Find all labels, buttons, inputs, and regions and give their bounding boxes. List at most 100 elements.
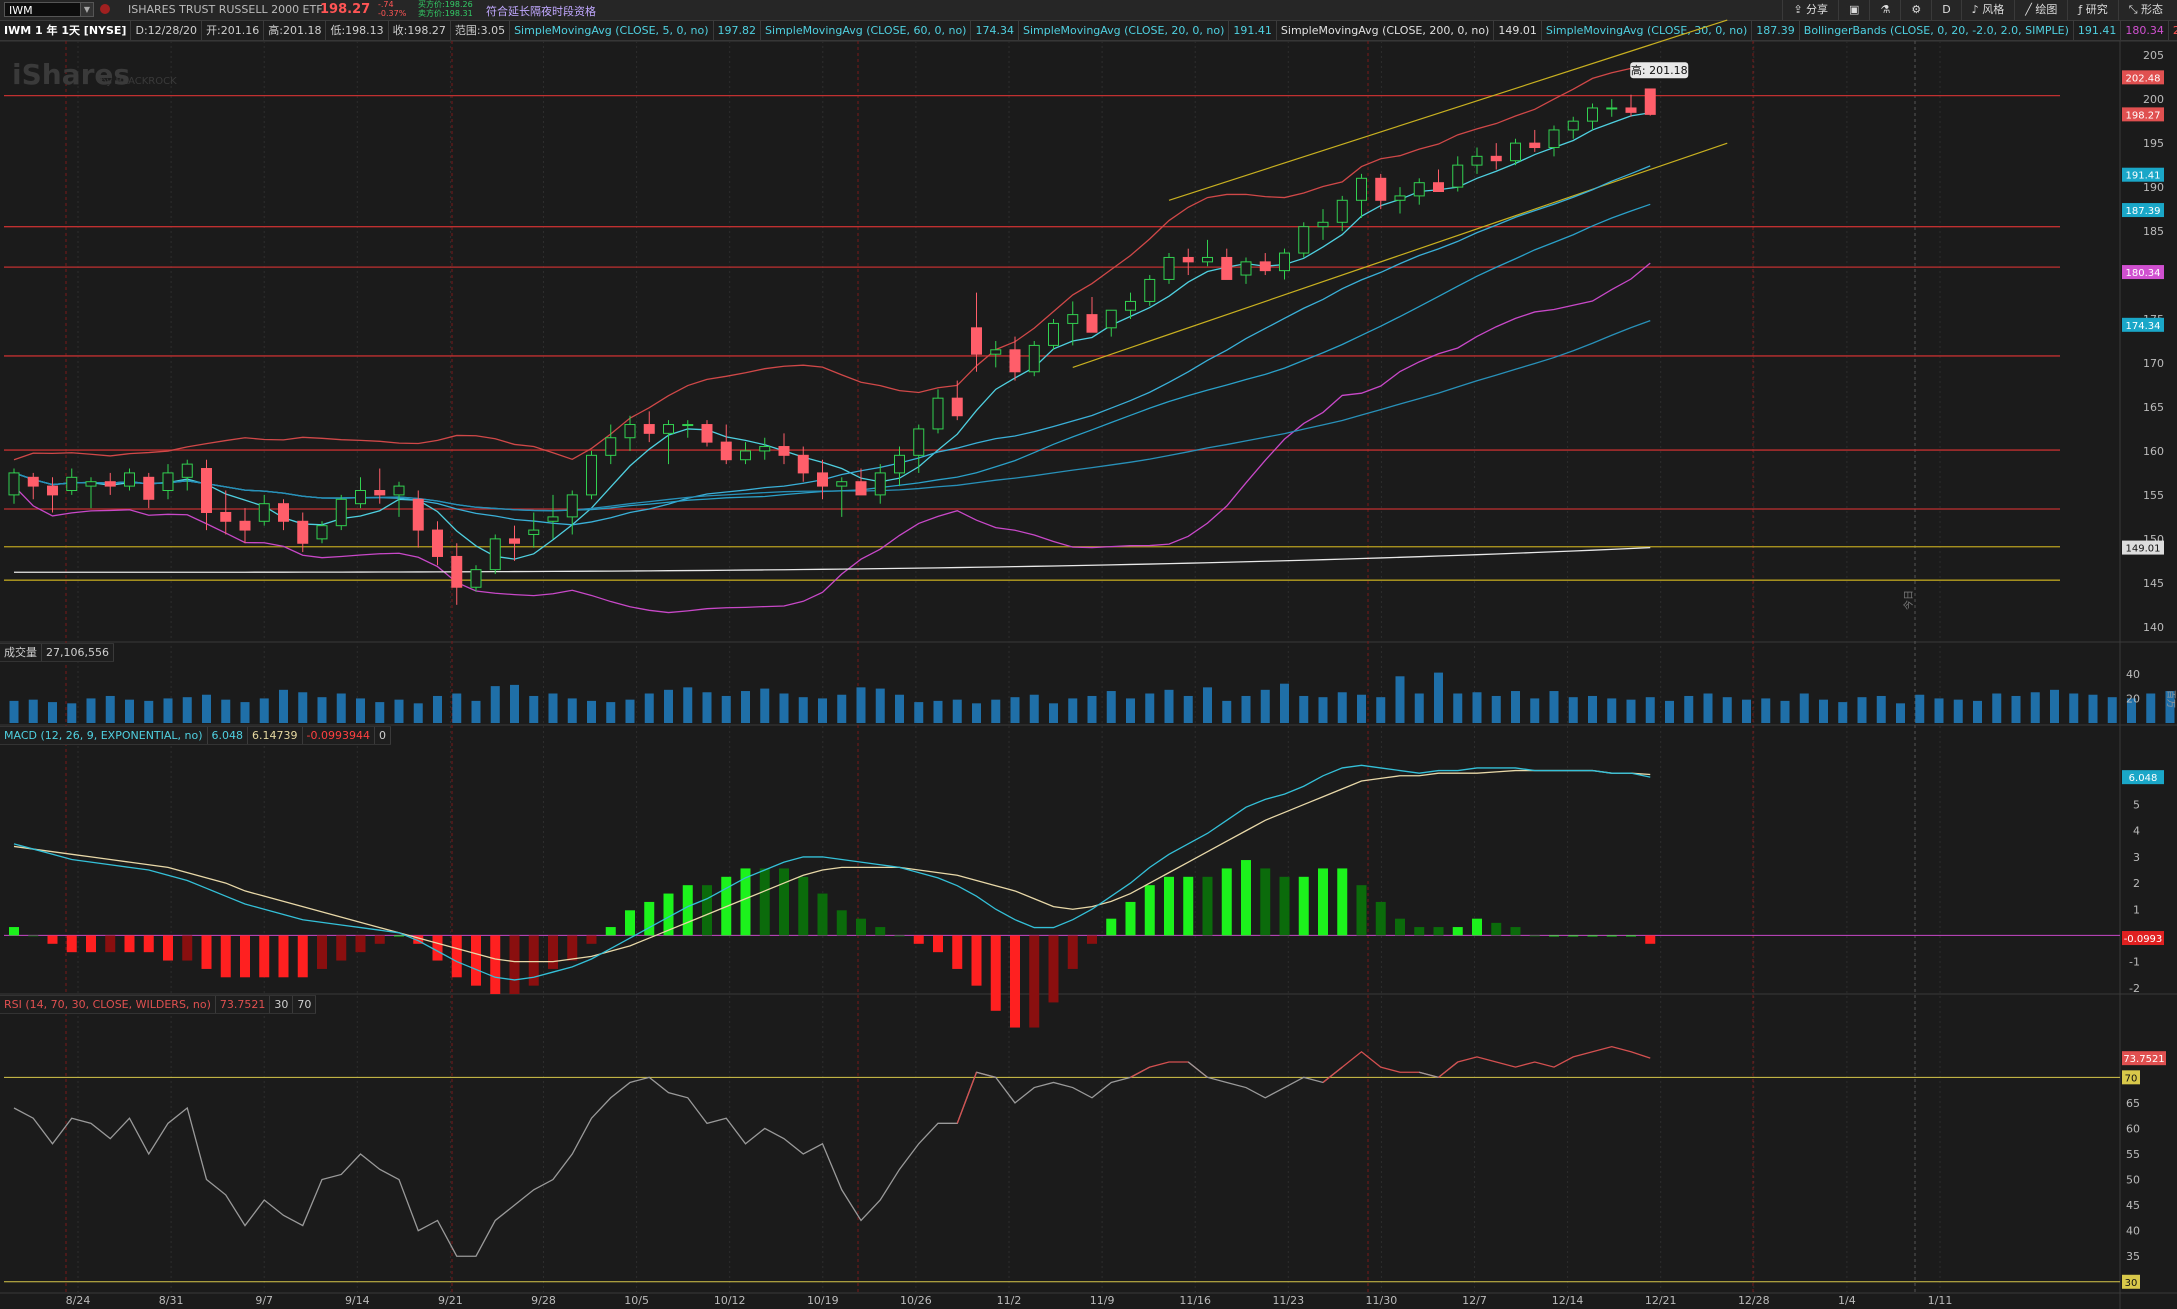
volume-bar <box>529 695 539 723</box>
candle-body <box>1375 177 1387 201</box>
volume-bar <box>1010 697 1020 723</box>
volume-bar <box>2030 692 2040 723</box>
rsi-line <box>1322 1050 1439 1083</box>
rsi-line <box>1130 1061 1208 1078</box>
volume-unit-label: 百万 <box>2165 690 2176 708</box>
volume-bar <box>490 686 500 723</box>
macd-histogram-bar <box>567 935 578 961</box>
volume-bar <box>1164 689 1174 723</box>
macd-tick-label: 3 <box>2133 851 2140 864</box>
volume-bar <box>933 700 943 723</box>
macd-histogram-bar <box>1626 935 1636 937</box>
candle-body <box>143 476 155 500</box>
macd-diff: -0.0993944 <box>303 727 375 744</box>
macd-tick-label: -1 <box>2129 956 2140 969</box>
candle-body <box>432 529 443 557</box>
candle-body <box>316 525 328 540</box>
volume-bar <box>1645 697 1655 723</box>
volume-bar <box>1588 695 1597 723</box>
candle-body <box>1452 164 1464 188</box>
date-tick-label: 1/11 <box>1928 1294 1953 1307</box>
candle-body <box>971 327 982 355</box>
channel-lower-line <box>1072 142 1728 368</box>
volume-bar <box>1722 697 1732 723</box>
date-tick-label: 11/2 <box>997 1294 1022 1307</box>
volume-bar <box>1665 700 1674 723</box>
macd-histogram-bar <box>28 935 39 937</box>
candle-body <box>355 490 366 505</box>
volume-bar <box>48 702 57 723</box>
macd-histogram-bar <box>894 935 905 937</box>
macd-histogram-bar <box>336 935 347 961</box>
volume-bar <box>837 694 847 723</box>
macd-histogram-bar <box>1414 927 1425 936</box>
volume-bar <box>1280 683 1289 723</box>
macd-histogram-bar <box>625 910 635 936</box>
macd-histogram-bar <box>1491 922 1502 936</box>
candle-body <box>855 481 867 496</box>
macd-histogram-bar <box>105 935 116 953</box>
candle-body <box>1125 300 1136 311</box>
macd-histogram-bar <box>1529 935 1540 937</box>
macd-histogram-bar <box>1144 885 1155 936</box>
volume-bar <box>1299 695 1309 723</box>
rsi-ob: 30 <box>270 996 294 1013</box>
macd-histogram-bar <box>1472 918 1482 936</box>
sma-20-line <box>13 165 1651 526</box>
candle-body <box>1567 120 1579 131</box>
rsi-line <box>1419 1061 1459 1079</box>
volume-bar <box>1819 699 1828 723</box>
sma-5-line <box>13 112 1651 560</box>
candle-body <box>393 485 405 496</box>
date-tick-label: 8/31 <box>159 1294 184 1307</box>
date-tick-label: 9/14 <box>345 1294 370 1307</box>
volume-bar <box>798 697 808 723</box>
date-tick-label: 9/28 <box>531 1294 556 1307</box>
volume-bar <box>1876 695 1886 723</box>
volume-bar <box>2069 693 2079 723</box>
volume-bar <box>9 700 19 723</box>
macd-histogram-bar <box>1568 935 1579 937</box>
volume-bar <box>702 692 712 723</box>
price-chart[interactable]: 8/24 8/31 9/7 9/14 9/21 9/28 10/5 10/12 10/19 10/… <box>0 0 2177 1309</box>
volume-bar <box>1915 694 1925 723</box>
date-tick-label: 11/30 <box>1366 1294 1398 1307</box>
candle-body <box>1490 155 1502 162</box>
high-bubble: 高: 201.18 <box>1630 62 1689 79</box>
volume-bar <box>28 699 38 723</box>
candle-body <box>720 441 732 461</box>
macd-histogram-bar <box>759 868 770 936</box>
macd-avg: 6.14739 <box>248 727 303 744</box>
candle-body <box>1317 221 1329 228</box>
macd-histogram-bar <box>702 885 712 936</box>
price-badge-text: 202.48 <box>2126 73 2161 84</box>
candle-body <box>778 446 790 456</box>
volume-bar <box>991 699 1001 723</box>
macd-histogram-bar <box>952 935 963 969</box>
macd-histogram-bar <box>317 935 327 969</box>
candle-body <box>1221 256 1233 280</box>
volume-bar <box>1742 699 1751 723</box>
candle-body <box>412 498 424 531</box>
macd-histogram-bar <box>798 876 809 936</box>
volume-bar <box>587 700 596 723</box>
macd-histogram-bar <box>586 935 597 944</box>
candle-body <box>1548 129 1560 149</box>
volume-bar <box>471 700 481 723</box>
rsi-badge-text: 30 <box>2125 1278 2138 1289</box>
volume-bar <box>606 702 616 723</box>
macd-histogram-bar <box>1010 935 1020 1028</box>
volume-bar <box>375 702 385 723</box>
candle-body <box>1606 107 1618 110</box>
price-tick-label: 155 <box>2143 489 2164 502</box>
candle-body <box>913 428 925 456</box>
candle-body <box>759 446 771 452</box>
volume-bar <box>163 698 173 723</box>
date-tick-label: 10/26 <box>900 1294 932 1307</box>
blackrock-watermark: by BLACKROCK <box>100 76 177 87</box>
candle-body <box>489 538 501 571</box>
candle-body <box>1259 261 1271 272</box>
volume-bar <box>1549 691 1559 723</box>
macd-histogram-bar <box>856 918 866 936</box>
candle-body <box>1086 314 1098 333</box>
